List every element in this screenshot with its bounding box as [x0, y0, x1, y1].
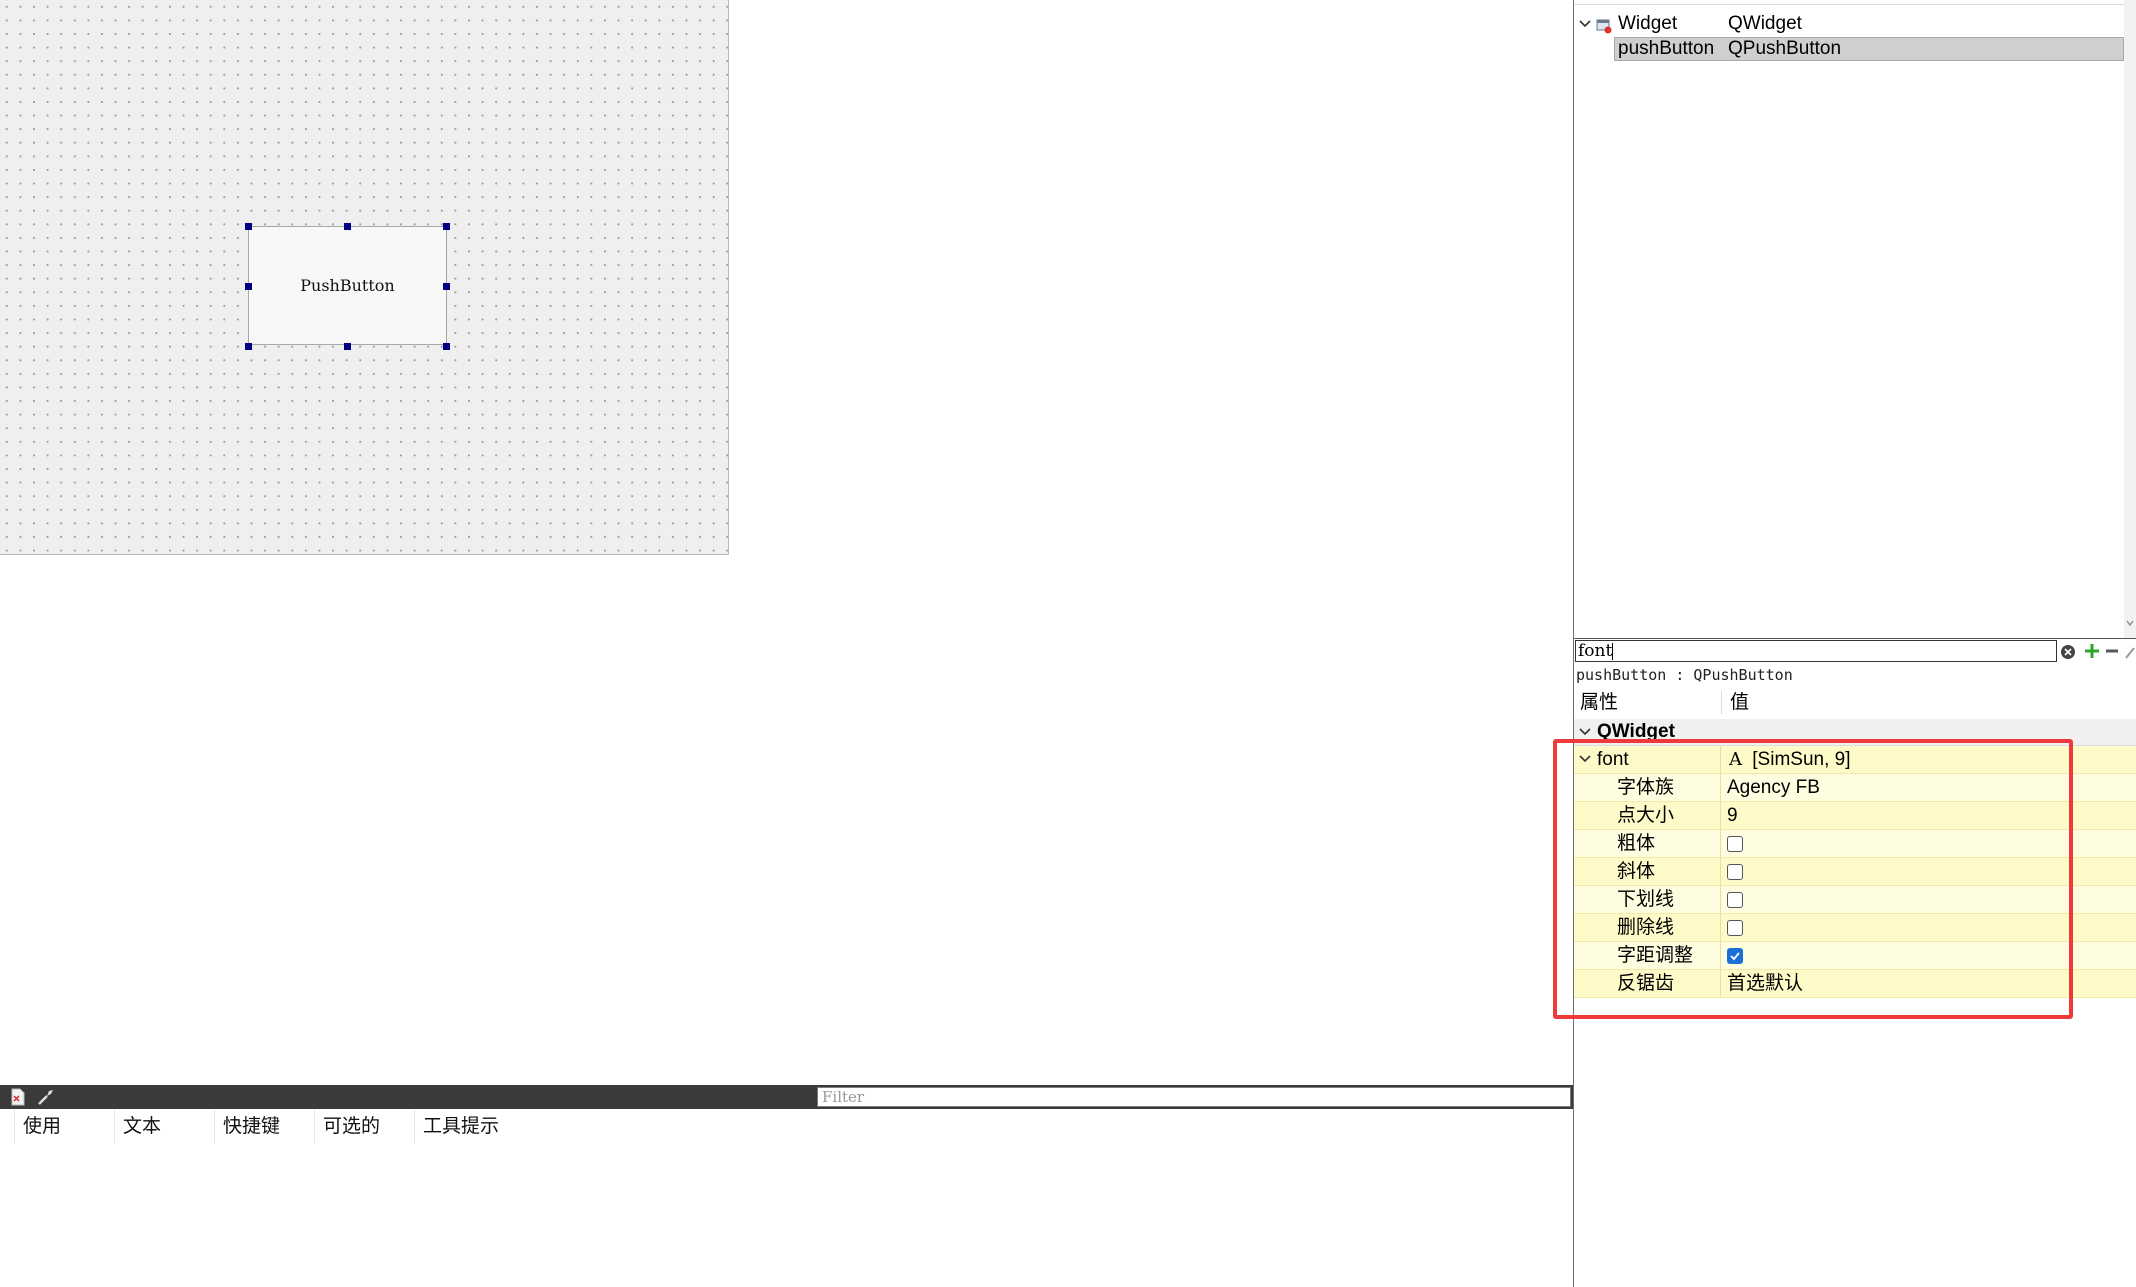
form-canvas[interactable]: PushButton — [0, 0, 729, 555]
property-value[interactable]: 首选默认 — [1727, 970, 1803, 997]
column-header-tooltip[interactable]: 工具提示 — [414, 1110, 534, 1144]
resize-handle-bottom-right[interactable] — [443, 343, 450, 350]
resize-handle-top[interactable] — [344, 223, 351, 230]
property-name: 反锯齿 — [1617, 973, 1675, 994]
resize-handle-top-right[interactable] — [443, 223, 450, 230]
header-value[interactable]: 值 — [1730, 687, 1749, 719]
resize-handle-bottom[interactable] — [344, 343, 351, 350]
resize-handle-bottom-left[interactable] — [245, 343, 252, 350]
property-row-italic[interactable]: 斜体 — [1574, 858, 2136, 886]
kerning-checkbox[interactable] — [1727, 948, 1743, 964]
property-row-font[interactable]: font A [SimSun, 9] — [1574, 746, 2136, 774]
action-filter-placeholder: Filter — [822, 1088, 865, 1106]
header-property[interactable]: 属性 — [1580, 687, 1716, 719]
object-inspector-scrollbar[interactable] — [2124, 0, 2136, 638]
column-header-shortcut[interactable]: 快捷键 — [214, 1110, 314, 1144]
push-button-label: PushButton — [300, 276, 395, 295]
property-value[interactable]: Agency FB — [1727, 774, 1820, 801]
action-table-header: 使用 文本 快捷键 可选的 工具提示 — [0, 1110, 1573, 1144]
object-inspector-tree[interactable]: Widget QWidget pushButton QPushButton — [1574, 0, 2136, 638]
font-icon: A — [1729, 749, 1742, 770]
push-button-widget[interactable]: PushButton — [248, 226, 447, 345]
add-dynamic-property-icon[interactable] — [2083, 642, 2101, 665]
chevron-down-icon[interactable] — [1578, 720, 1592, 749]
property-row-font-family[interactable]: 字体族 Agency FB — [1574, 774, 2136, 802]
column-header-used[interactable]: 使用 — [14, 1110, 114, 1144]
group-row-qwidget[interactable]: QWidget — [1574, 719, 2136, 746]
action-filter-input[interactable]: Filter — [817, 1087, 1571, 1107]
new-action-icon[interactable] — [8, 1088, 28, 1106]
widget-icon — [1596, 17, 1612, 41]
property-name: 字距调整 — [1617, 945, 1694, 966]
tree-row-widget[interactable]: Widget QWidget — [1574, 12, 2124, 36]
property-row-kerning[interactable]: 字距调整 — [1574, 942, 2136, 970]
property-name: 粗体 — [1617, 833, 1656, 854]
configure-icon[interactable] — [36, 1088, 56, 1106]
resize-handle-left[interactable] — [245, 283, 252, 290]
resize-handle-top-left[interactable] — [245, 223, 252, 230]
property-row-underline[interactable]: 下划线 — [1574, 886, 2136, 914]
property-name: 下划线 — [1617, 889, 1675, 910]
property-row-antialiasing[interactable]: 反锯齿 首选默认 — [1574, 970, 2136, 998]
property-name: font — [1597, 749, 1629, 770]
property-filter-value: font — [1578, 641, 1613, 661]
property-name: 字体族 — [1617, 777, 1675, 798]
italic-checkbox[interactable] — [1727, 864, 1743, 880]
property-row-strikeout[interactable]: 删除线 — [1574, 914, 2136, 942]
configure-icon[interactable] — [2124, 642, 2136, 665]
clear-filter-icon[interactable] — [2060, 644, 2076, 665]
remove-dynamic-property-icon[interactable] — [2104, 642, 2120, 665]
underline-checkbox[interactable] — [1727, 892, 1743, 908]
column-header-checkable[interactable]: 可选的 — [314, 1110, 414, 1144]
tree-row-pushbutton[interactable]: pushButton QPushButton — [1614, 37, 2124, 61]
property-value: [SimSun, 9] — [1752, 749, 1851, 770]
property-name: 斜体 — [1617, 861, 1656, 882]
property-table-header: 属性 值 — [1574, 687, 2136, 719]
strikeout-checkbox[interactable] — [1727, 920, 1743, 936]
property-table: QWidget font A [SimSun, 9] 字体族 Agency FB… — [1574, 719, 2136, 998]
property-name: 删除线 — [1617, 917, 1675, 938]
group-label: QWidget — [1597, 721, 1675, 742]
widget-class-name: QWidget — [1728, 13, 1802, 34]
property-row-bold[interactable]: 粗体 — [1574, 830, 2136, 858]
property-name: 点大小 — [1617, 805, 1675, 826]
check-icon — [1730, 952, 1740, 961]
pushbutton-object-name: pushButton — [1618, 38, 1715, 59]
column-header-text[interactable]: 文本 — [114, 1110, 214, 1144]
resize-handle-right[interactable] — [443, 283, 450, 290]
bold-checkbox[interactable] — [1727, 836, 1743, 852]
property-filter-input[interactable]: font — [1575, 640, 2057, 662]
widget-object-name: Widget — [1618, 13, 1678, 34]
chevron-down-icon[interactable] — [1578, 12, 1592, 43]
property-value[interactable]: 9 — [1727, 802, 1738, 829]
property-object-class-label: pushButton : QPushButton — [1576, 666, 1793, 684]
property-row-point-size[interactable]: 点大小 9 — [1574, 802, 2136, 830]
pushbutton-class-name: QPushButton — [1728, 38, 1842, 59]
